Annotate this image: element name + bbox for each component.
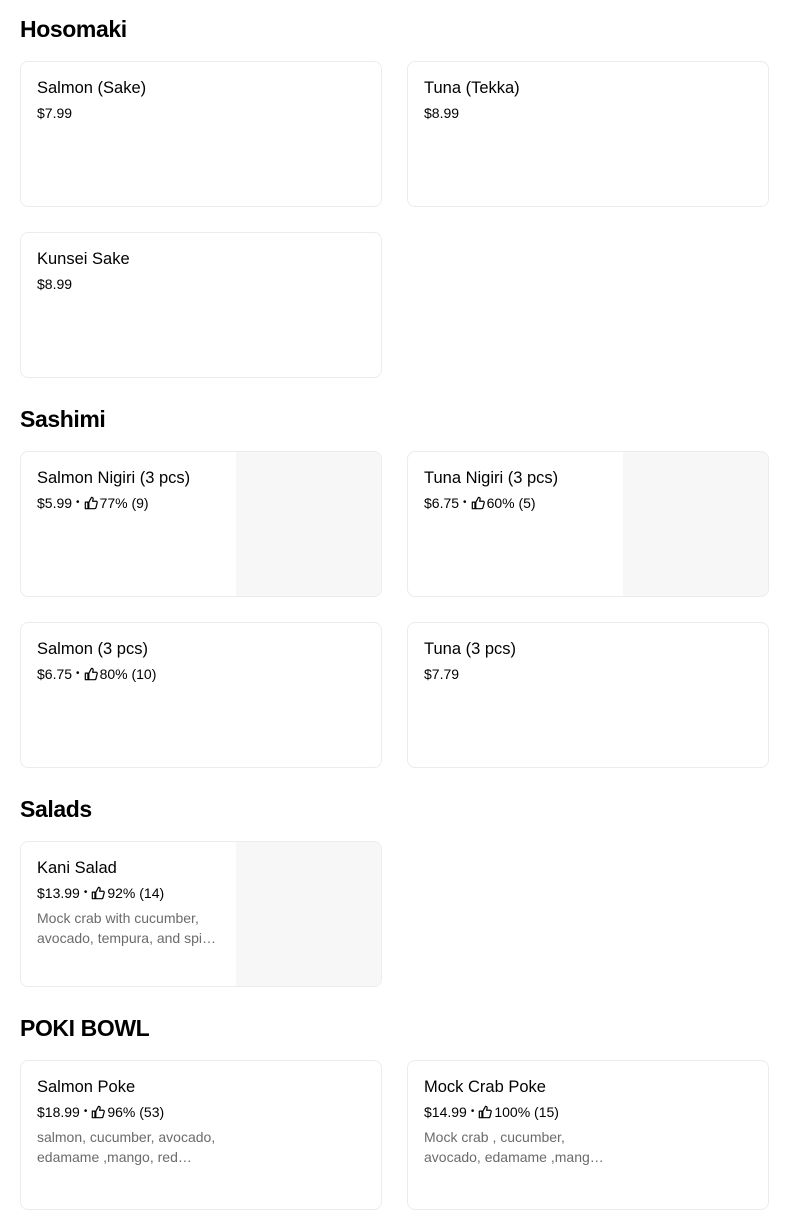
item-meta: $6.75 • 60% (5) (424, 494, 536, 512)
thumbs-up-icon (478, 1105, 493, 1119)
item-name: Mock Crab Poke (424, 1078, 546, 1096)
section-title-poki-bowl: POKI BOWL (20, 1015, 150, 1041)
item-image-placeholder (623, 452, 768, 596)
item-name: Tuna (3 pcs) (424, 640, 517, 658)
item-description: Mock crab , cucumber, avocado, edamame ,… (424, 1129, 604, 1165)
section-title-salads: Salads (20, 796, 92, 822)
item-name: Salmon (3 pcs) (37, 640, 148, 658)
menu-item-card[interactable]: Salmon (3 pcs) $6.75 • 80% (10) (20, 622, 382, 768)
item-meta: $7.79 (424, 665, 459, 683)
thumbs-up-icon (91, 886, 106, 900)
item-meta: $7.99 (37, 104, 72, 122)
item-price: $7.79 (424, 666, 460, 682)
item-price: $13.99 (37, 885, 80, 901)
separator-dot: • (76, 668, 80, 679)
item-name: Tuna (Tekka) (424, 79, 520, 97)
item-price: $18.99 (37, 1104, 80, 1120)
item-description: Mock crab with cucumber, avocado, tempur… (37, 910, 216, 946)
item-meta: $5.99 • 77% (9) (37, 494, 149, 512)
thumbs-up-icon (471, 496, 485, 510)
separator-dot: • (470, 1106, 475, 1117)
section-title-sashimi: Sashimi (20, 406, 106, 432)
item-price: $6.75 (424, 495, 460, 511)
item-name: Tuna Nigiri (3 pcs) (424, 469, 559, 487)
item-description: salmon, cucumber, avocado, edamame ,mang… (37, 1129, 216, 1165)
thumbs-up-icon (84, 496, 98, 510)
item-price: $5.99 (37, 495, 73, 511)
item-meta: $8.99 (37, 275, 72, 293)
thumbs-up-icon (91, 1105, 106, 1119)
item-price: $8.99 (37, 276, 73, 292)
section-title-hosomaki: Hosomaki (20, 16, 127, 42)
separator-dot: • (463, 497, 467, 508)
separator-dot: • (76, 497, 80, 508)
item-rating: 100% (15) (494, 1104, 559, 1120)
item-price: $14.99 (424, 1104, 467, 1120)
item-image-placeholder (236, 842, 381, 986)
item-name: Salmon Poke (37, 1078, 136, 1096)
separator-dot: • (83, 887, 88, 898)
item-price: $7.99 (37, 105, 73, 121)
item-meta: $8.99 (424, 104, 459, 122)
menu-item-card[interactable]: Kunsei Sake $8.99 (20, 232, 382, 378)
item-name: Kunsei Sake (37, 250, 130, 268)
item-price: $6.75 (37, 666, 73, 682)
menu-item-card[interactable]: Tuna (Tekka) $8.99 (407, 61, 769, 207)
thumbs-up-icon (84, 667, 98, 681)
separator-dot: • (83, 1106, 88, 1117)
menu-item-card[interactable]: Tuna Nigiri (3 pcs) $6.75 • 60% (5) (407, 451, 769, 597)
item-image-placeholder (236, 452, 381, 596)
item-rating: 92% (14) (107, 885, 165, 901)
item-rating: 60% (5) (486, 495, 536, 511)
item-meta: $13.99 • 92% (14) (37, 884, 164, 902)
item-meta: $6.75 • 80% (10) (37, 665, 156, 683)
item-price: $8.99 (424, 105, 460, 121)
menu-item-card[interactable]: Salmon Nigiri (3 pcs) $5.99 • 77% (9) (20, 451, 382, 597)
item-rating: 77% (9) (99, 495, 149, 511)
menu-item-card[interactable]: Tuna (3 pcs) $7.79 (407, 622, 769, 768)
menu-item-card[interactable]: Salmon (Sake) $7.99 (20, 61, 382, 207)
item-meta: $14.99 • 100% (15) (424, 1103, 559, 1121)
item-name: Kani Salad (37, 859, 117, 877)
item-meta: $18.99 • 96% (53) (37, 1103, 164, 1121)
item-name: Salmon (Sake) (37, 79, 147, 97)
item-name: Salmon Nigiri (3 pcs) (37, 469, 191, 487)
item-rating: 80% (10) (99, 666, 157, 682)
menu-item-card[interactable]: Kani Salad $13.99 • 92% (14) Mock crab w… (20, 841, 382, 987)
item-rating: 96% (53) (107, 1104, 165, 1120)
